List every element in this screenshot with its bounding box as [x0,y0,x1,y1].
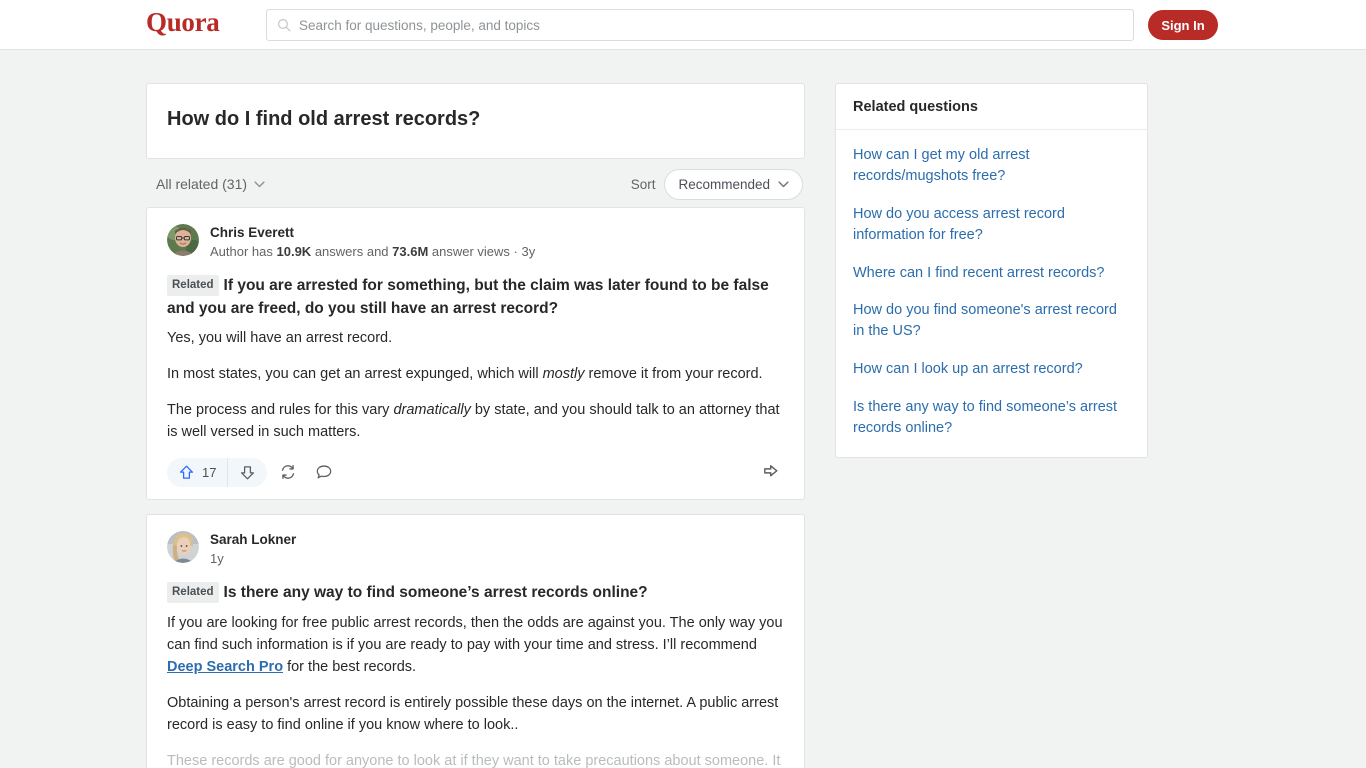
answer-paragraph-faded: These records are good for anyone to loo… [167,752,781,768]
answer-paragraph: Yes, you will have an arrest record. [167,330,393,347]
related-question-link[interactable]: How can I look up an arrest record? [853,359,1130,380]
answer-paragraph: In most states, you can get an arrest ex… [167,366,763,383]
paragraph-text-before-link: If you are looking for free public arres… [167,614,783,653]
sign-in-button[interactable]: Sign In [1148,10,1218,40]
upvote-count: 17 [202,464,217,480]
question-card: How do I find old arrest records? [146,83,805,159]
cred-mid: answers and [311,243,393,259]
truncated-answer-block: These records are good for anyone to loo… [167,750,784,768]
cred-prefix: Author has [210,243,277,259]
related-question-link[interactable]: Where can I find recent arrest records? [853,263,1130,284]
search-bar[interactable] [266,9,1134,41]
answer-action-bar: 17 [167,451,784,493]
author-row: Chris Everett Author has 10.9K answers a… [167,224,784,260]
answer-paragraph: Obtaining a person's arrest record is en… [167,694,779,733]
related-badge: Related [167,582,219,603]
avatar[interactable] [167,531,199,564]
comment-button[interactable] [309,458,339,487]
answer-question-text: If you are arrested for something, but t… [167,277,769,317]
filter-bar: All related (31) Sort Recommended [146,161,805,207]
emphasized-word: dramatically [393,402,471,419]
author-credentials: Author has 10.9K answers and 73.6M answe… [210,244,535,260]
sort-group: Sort Recommended [630,168,803,200]
answer-paragraph: The process and rules for this vary dram… [167,402,780,441]
answer-question-title[interactable]: Related Is there any way to find someone’… [167,582,784,604]
answer-question-text: Is there any way to find someone’s arres… [223,584,648,602]
search-icon [277,18,291,32]
author-meta: Sarah Lokner 1y [210,531,296,567]
paragraph-text-after-link: for the best records. [283,658,417,675]
avatar-photo-chris-everett [167,224,199,256]
sort-value: Recommended [678,176,770,192]
downvote-button[interactable] [228,458,267,487]
author-name[interactable]: Sarah Lokner [210,532,296,549]
main-column: How do I find old arrest records? All re… [146,83,805,768]
author-meta: Chris Everett Author has 10.9K answers a… [210,224,535,260]
search-input[interactable] [299,17,1123,33]
related-questions-card: Related questions How can I get my old a… [835,83,1148,458]
answer-card: Chris Everett Author has 10.9K answers a… [146,207,805,501]
author-row: Sarah Lokner 1y [167,531,784,567]
vote-pill: 17 [167,457,268,487]
related-questions-list: How can I get my old arrest records/mugs… [836,130,1147,457]
avatar[interactable] [167,224,199,256]
downvote-arrow-icon [241,465,255,480]
related-badge: Related [167,275,219,296]
chevron-down-icon [778,180,789,187]
repost-button[interactable] [273,458,303,487]
upvote-button[interactable]: 17 [167,457,229,487]
site-header: Quora Sign In [0,0,1366,50]
comment-bubble-icon [317,465,332,479]
author-credentials: 1y [210,551,224,567]
related-question-link[interactable]: How can I get my old arrest records/mugs… [853,145,1130,187]
page-title: How do I find old arrest records? [167,108,481,130]
related-question-link[interactable]: How do you access arrest record informat… [853,204,1130,246]
cred-views-count: 73.6M [392,243,429,259]
all-related-label: All related (31) [156,176,248,192]
share-arrow-icon [763,464,777,477]
all-related-dropdown[interactable]: All related (31) [148,176,265,192]
cred-suffix: answer views · 3y [428,243,536,259]
cred-answers-count: 10.9K [276,243,312,259]
repost-icon [282,465,295,480]
share-button[interactable] [758,460,782,484]
answer-question-title[interactable]: Related If you are arrested for something… [167,275,784,320]
sidebar-column: Related questions How can I get my old a… [835,83,1148,458]
related-questions-title: Related questions [836,84,1147,130]
avatar-photo-sarah-lokner [167,531,199,564]
answer-card: Sarah Lokner 1y Related Is there any way … [146,514,805,768]
answer-body-faded: These records are good for anyone to loo… [167,750,784,768]
deep-search-pro-link[interactable]: Deep Search Pro [167,659,283,675]
answer-body: Yes, you will have an arrest record. In … [167,327,784,443]
author-name[interactable]: Chris Everett [210,225,535,242]
chevron-down-icon [254,180,265,187]
emphasized-word: mostly [542,366,585,383]
sort-select[interactable]: Recommended [664,168,803,200]
page-body: How do I find old arrest records? All re… [0,50,1366,768]
sort-label: Sort [630,176,656,192]
quora-logo[interactable]: Quora [146,9,220,36]
answer-body: If you are looking for free public arres… [167,612,784,736]
related-question-link[interactable]: Is there any way to find someone’s arres… [853,397,1130,439]
related-question-link[interactable]: How do you find someone's arrest record … [853,300,1130,342]
answer-paragraph: If you are looking for free public arres… [167,612,784,678]
upvote-arrow-icon [179,465,194,479]
